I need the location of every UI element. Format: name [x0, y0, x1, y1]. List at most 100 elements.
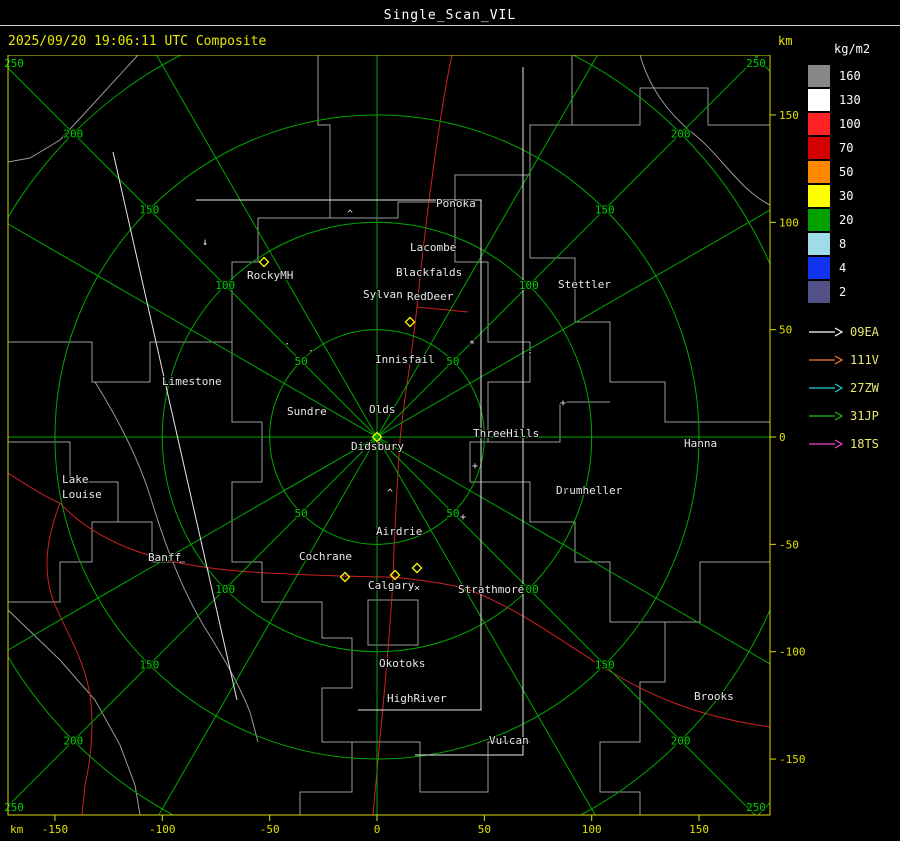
storm-cell-diamond	[258, 256, 270, 268]
titlebar: Single_Scan_VIL	[0, 4, 900, 23]
boundary-line	[8, 55, 139, 163]
color-swatch	[808, 137, 830, 159]
ring-distance-label: 100	[215, 583, 235, 596]
boundary-line	[231, 342, 263, 602]
boundary-line	[529, 175, 770, 423]
minor-marker: ^	[347, 209, 353, 220]
color-scale-value: 20	[839, 213, 854, 227]
scan-boundary-line	[415, 67, 524, 756]
minor-marker: ·	[564, 484, 570, 495]
right-tick-label: 50	[779, 324, 792, 337]
city-label: Blackfalds	[396, 266, 462, 279]
color-swatch	[808, 89, 830, 111]
city-label: HighRiver	[387, 692, 447, 705]
boundary-line	[8, 441, 119, 603]
ring-distance-label: 250	[4, 801, 24, 814]
city-label: Cochrane	[299, 550, 352, 563]
track-arrow-head	[834, 355, 844, 365]
track-row: 27ZW	[808, 374, 898, 402]
color-scale-value: 2	[839, 285, 847, 299]
right-tick-label: 0	[779, 431, 786, 444]
ring-distance-label: 150	[139, 659, 159, 672]
city-label: Ponoka	[436, 197, 476, 210]
right-axis-unit: km	[778, 34, 793, 48]
ring-distance-label: 50	[294, 355, 307, 368]
color-scale-row: 20	[808, 208, 898, 232]
color-scale-row: 130	[808, 88, 898, 112]
color-scale-row: 4	[808, 256, 898, 280]
track-arrow-head	[834, 383, 844, 393]
city-label: Sylvan	[363, 288, 403, 301]
color-scale-row: 8	[808, 232, 898, 256]
bottom-tick-label: 100	[582, 823, 602, 836]
color-scale-row: 2	[808, 280, 898, 304]
radar-map: 50 100 150 200 250 50 100 150 200 250 50 100 150 200 2…	[3, 55, 806, 836]
city-label: Banff	[148, 551, 181, 564]
ring-distance-label: 200	[63, 735, 83, 748]
city-label: RockyMH	[247, 269, 293, 282]
boundary-line	[610, 561, 770, 623]
color-swatch	[808, 113, 830, 135]
track-row: 31JP	[808, 402, 898, 430]
ring-distance-label: 100	[519, 279, 539, 292]
track-arrow-icon	[809, 355, 844, 365]
ring-distance-label: 200	[671, 127, 691, 140]
color-scale-row: 70	[808, 136, 898, 160]
right-tick-label: -50	[779, 538, 799, 551]
color-scale-row: 160	[808, 64, 898, 88]
window-title: Single_Scan_VIL	[383, 8, 517, 23]
boundary-line	[231, 55, 331, 342]
radar-display: Single_Scan_VIL 2025/09/20 19:06:11 UTC …	[0, 0, 900, 841]
bottom-tick-label: -100	[149, 823, 176, 836]
ring-distance-label: 50	[294, 507, 307, 520]
boundary-line	[330, 55, 573, 219]
boundary-line	[639, 55, 770, 206]
minor-marker: ↓	[202, 237, 208, 248]
ring-distance-label: 250	[746, 57, 766, 70]
color-scale-value: 8	[839, 237, 847, 251]
color-scale-value: 100	[839, 117, 861, 131]
ring-distance-labels: 50 100 150 200 250 50 100 150 200 250 50 100 150 200 2…	[3, 56, 767, 815]
bottom-tick-label: 150	[689, 823, 709, 836]
color-scale-row: 30	[808, 184, 898, 208]
boundary-line	[262, 601, 353, 815]
city-label: Innisfail	[375, 353, 435, 366]
ring-distance-label: 250	[4, 57, 24, 70]
ring-distance-label: 150	[139, 203, 159, 216]
ring-distance-label: 200	[671, 735, 691, 748]
city-label: Calgary	[368, 579, 415, 592]
ring-distance-label: 200	[63, 127, 83, 140]
city-label: Lake	[62, 473, 89, 486]
minor-marker: ^	[387, 488, 393, 499]
track-arrow-icon	[809, 439, 844, 449]
right-tick-label: -100	[779, 646, 806, 659]
city-label: Strathmore	[458, 583, 524, 596]
city-label: Airdrie	[376, 525, 422, 538]
city-label: RedDeer	[407, 290, 454, 303]
track-row: 111V	[808, 346, 898, 374]
scan-timestamp: 2025/09/20 19:06:11 UTC Composite	[8, 34, 267, 49]
city-label: Lacombe	[410, 241, 456, 254]
track-arrow-head	[834, 327, 844, 337]
right-tick-label: 150	[779, 109, 799, 122]
color-swatch	[808, 233, 830, 255]
city-label: Okotoks	[379, 657, 425, 670]
track-legend: 09EA 111V 27ZW 31JP 18TS	[808, 318, 898, 458]
boundary-line	[454, 202, 531, 482]
color-scale-unit: kg/m2	[834, 42, 871, 56]
color-swatch	[808, 209, 830, 231]
color-scale-value: 70	[839, 141, 854, 155]
color-scale-value: 160	[839, 69, 861, 83]
track-arrow-icon	[809, 327, 844, 337]
ring-distance-label: 50	[446, 355, 459, 368]
highway-line	[416, 306, 469, 313]
city-label: Stettler	[558, 278, 611, 291]
color-swatch	[808, 65, 830, 87]
track-id: 31JP	[850, 409, 879, 423]
city-label: Vulcan	[489, 734, 529, 747]
color-scale-value: 4	[839, 261, 847, 275]
ring-distance-label: 50	[446, 507, 459, 520]
minor-marker: ·	[284, 339, 290, 350]
city-label: ThreeHills	[473, 427, 539, 440]
highway-line	[46, 502, 93, 815]
